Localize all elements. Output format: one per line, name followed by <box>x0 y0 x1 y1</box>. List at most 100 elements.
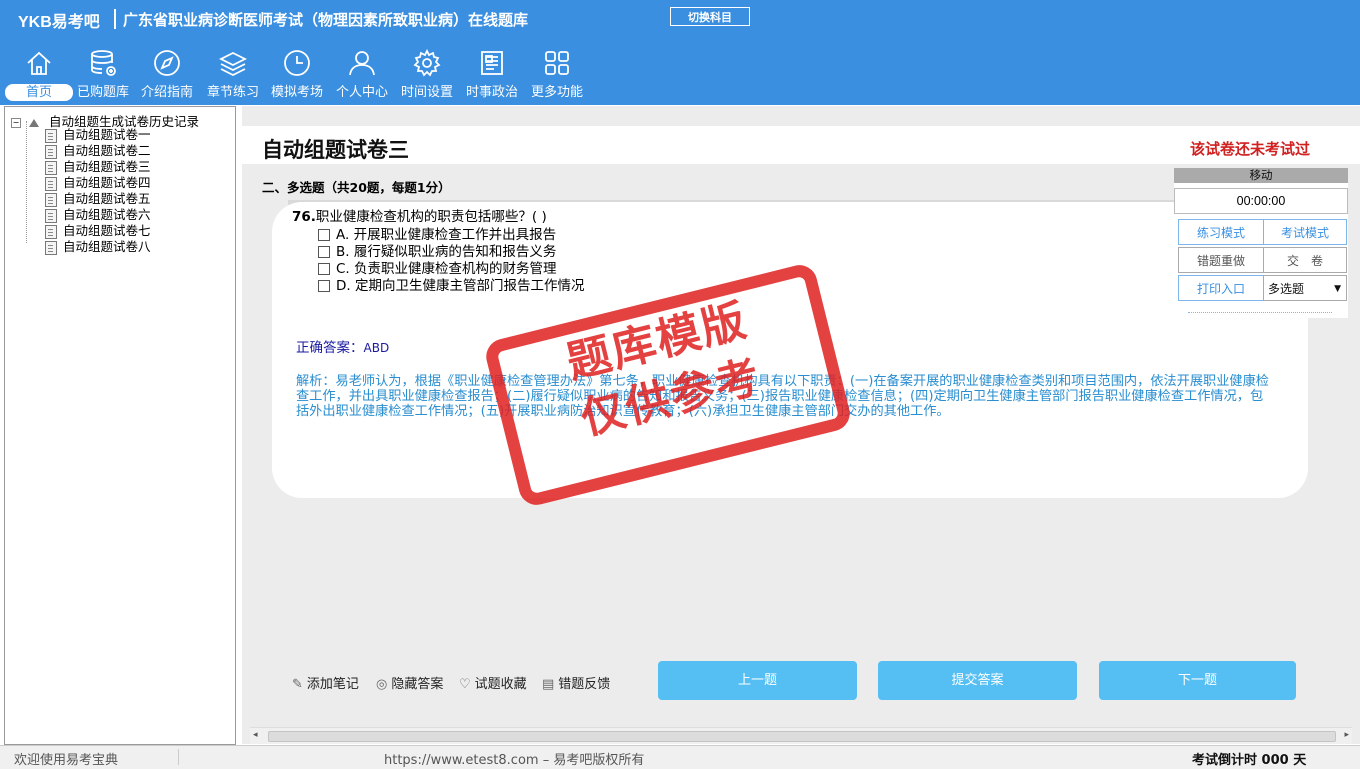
folder-icon <box>28 118 39 127</box>
panel-move-handle[interactable]: 移动 <box>1174 168 1348 183</box>
next-question-button[interactable]: 下一题 <box>1099 661 1296 700</box>
question-type-value: 多选题 <box>1268 282 1305 296</box>
gear-icon <box>413 48 441 77</box>
tree-item-paper-1[interactable]: 自动组题试卷一 <box>45 127 151 143</box>
tree-item-label: 自动组题试卷五 <box>63 191 151 206</box>
eye-icon: ◎ <box>376 677 388 692</box>
redo-wrong-button[interactable]: 错题重做 <box>1178 247 1264 273</box>
document-icon <box>45 128 57 143</box>
favorite-label: 试题收藏 <box>474 677 527 692</box>
scroll-right-icon[interactable]: ▸ <box>1344 730 1349 740</box>
nav-home[interactable]: 首页 <box>5 48 73 104</box>
option-d[interactable]: D. 定期向卫生健康主管部门报告工作情况 <box>318 274 584 294</box>
status-divider <box>178 749 179 765</box>
pencil-icon: ✎ <box>292 677 303 692</box>
exam-timer: 00:00:00 <box>1174 188 1348 214</box>
layers-icon <box>218 51 248 77</box>
nav-chapter-label: 章节练习 <box>206 85 259 100</box>
tree-item-paper-4[interactable]: 自动组题试卷四 <box>45 175 151 191</box>
nav-time-settings-label: 时间设置 <box>400 85 453 100</box>
tree-item-paper-6[interactable]: 自动组题试卷六 <box>45 207 151 223</box>
nav-mock-exam[interactable]: 模拟考场 <box>266 48 328 104</box>
scrollbar-thumb[interactable] <box>268 731 1336 742</box>
question-text: 76.职业健康检查机构的职责包括哪些？( ) <box>292 205 547 225</box>
submit-paper-button[interactable]: 交 卷 <box>1263 247 1347 273</box>
nav-purchased-label: 已购题库 <box>76 85 129 100</box>
tree-item-label: 自动组题试卷一 <box>63 127 151 142</box>
paper-history-tree: − 自动组题生成试卷历史记录 自动组题试卷一 自动组题试卷二 自动组题试卷三 自… <box>4 106 236 745</box>
switch-subject-button[interactable]: 切换科目 <box>670 7 750 26</box>
tree-item-paper-2[interactable]: 自动组题试卷二 <box>45 143 151 159</box>
welcome-text: 欢迎使用易考宝典 <box>14 753 119 768</box>
document-icon <box>45 240 57 255</box>
nav-guide[interactable]: 介绍指南 <box>136 48 198 104</box>
nav-chapter[interactable]: 章节练习 <box>202 48 264 104</box>
question-type-select[interactable]: 多选题 ▼ <box>1263 275 1347 301</box>
paper-title: 自动组题试卷三 <box>262 138 409 162</box>
nav-personal-label: 个人中心 <box>335 85 388 100</box>
news-icon <box>481 51 503 75</box>
favorite-button[interactable]: ♡ 试题收藏 <box>459 673 527 692</box>
exam-countdown: 考试倒计时 000 天 <box>1192 753 1307 768</box>
tree-item-label: 自动组题试卷二 <box>63 143 151 158</box>
print-button[interactable]: 打印入口 <box>1178 275 1264 301</box>
home-icon <box>27 51 51 75</box>
nav-politics[interactable]: 时事政治 <box>461 48 523 104</box>
tree-item-paper-5[interactable]: 自动组题试卷五 <box>45 191 151 207</box>
question-number: 76. <box>292 209 316 225</box>
correct-answer: 正确答案：ABD <box>296 336 389 356</box>
add-note-button[interactable]: ✎ 添加笔记 <box>292 673 359 692</box>
submit-answer-button[interactable]: 提交答案 <box>878 661 1077 700</box>
tree-item-paper-3[interactable]: 自动组题试卷三 <box>45 159 151 175</box>
nav-guide-label: 介绍指南 <box>140 85 193 100</box>
correct-answer-value: ABD <box>363 341 390 355</box>
tree-item-label: 自动组题试卷八 <box>63 239 151 254</box>
heart-icon: ♡ <box>459 677 471 692</box>
feedback-label: 错题反馈 <box>558 677 611 692</box>
hide-answer-label: 隐藏答案 <box>391 677 444 692</box>
nav-purchased[interactable]: 已购题库 <box>72 48 134 104</box>
report-icon: ▤ <box>542 677 555 692</box>
exam-mode-button[interactable]: 考试模式 <box>1263 219 1347 245</box>
app-logo: YKB易考吧 <box>18 14 100 31</box>
feedback-button[interactable]: ▤ 错题反馈 <box>542 673 610 692</box>
tree-connector <box>26 121 28 243</box>
paper-status: 该试卷还未考试过 <box>1190 140 1311 158</box>
document-icon <box>45 160 57 175</box>
document-icon <box>45 208 57 223</box>
top-bar: YKB易考吧 广东省职业病诊断医师考试（物理因素所致职业病）在线题库 切换科目 … <box>0 0 1360 105</box>
nav-politics-label: 时事政治 <box>465 85 518 100</box>
compass-icon <box>154 50 180 76</box>
prev-question-button[interactable]: 上一题 <box>658 661 857 700</box>
grid-icon <box>545 51 569 75</box>
document-icon <box>45 224 57 239</box>
nav-home-label: 首页 <box>5 84 73 101</box>
tree-item-label: 自动组题试卷六 <box>63 207 151 222</box>
scroll-left-icon[interactable]: ◂ <box>253 730 258 740</box>
dropdown-arrow-icon: ▼ <box>1334 284 1341 294</box>
nav-mock-exam-label: 模拟考场 <box>270 85 323 100</box>
hide-answer-button[interactable]: ◎ 隐藏答案 <box>376 673 443 692</box>
panel-resize-bar[interactable] <box>1188 312 1332 313</box>
option-d-label: D. 定期向卫生健康主管部门报告工作情况 <box>336 278 585 294</box>
user-icon <box>349 51 375 76</box>
horizontal-scrollbar[interactable]: ◂ ▸ <box>250 727 1352 744</box>
option-d-checkbox[interactable] <box>318 280 330 292</box>
status-bar: 欢迎使用易考宝典 https://www.etest8.com – 易考吧版权所… <box>0 745 1360 769</box>
collapse-icon[interactable]: − <box>11 117 21 128</box>
nav-time-settings[interactable]: 时间设置 <box>396 48 458 104</box>
tree-item-label: 自动组题试卷七 <box>63 223 151 238</box>
tree-item-paper-8[interactable]: 自动组题试卷八 <box>45 239 151 255</box>
document-icon <box>45 144 57 159</box>
app-title: 广东省职业病诊断医师考试（物理因素所致职业病）在线题库 <box>123 11 529 29</box>
tree-item-label: 自动组题试卷三 <box>63 159 151 174</box>
document-location-icon <box>45 176 57 191</box>
nav-personal[interactable]: 个人中心 <box>331 48 393 104</box>
practice-mode-button[interactable]: 练习模式 <box>1178 219 1264 245</box>
copyright-text: https://www.etest8.com – 易考吧版权所有 <box>384 753 645 768</box>
tree-item-paper-7[interactable]: 自动组题试卷七 <box>45 223 151 239</box>
nav-more[interactable]: 更多功能 <box>526 48 588 104</box>
tree-item-label: 自动组题试卷四 <box>63 175 151 190</box>
section-heading: 二、多选题（共20题，每题1分） <box>262 180 451 195</box>
database-icon <box>91 50 116 76</box>
